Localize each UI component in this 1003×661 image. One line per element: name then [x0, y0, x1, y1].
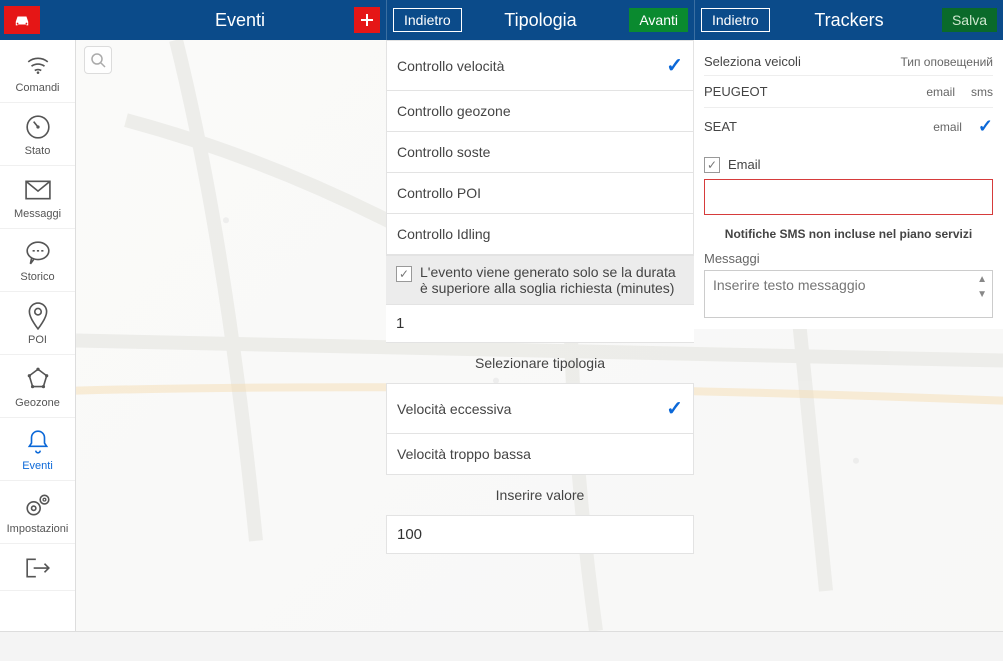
select-vehicles-label: Seleziona veicoli — [704, 54, 801, 69]
pin-icon — [24, 302, 52, 330]
sidebar-item-label: Geozone — [15, 397, 60, 409]
email-label: Email — [728, 157, 761, 172]
header-title-eventi: Eventi — [215, 10, 265, 31]
gears-icon — [24, 491, 52, 519]
duration-threshold-row[interactable]: ✓ L'evento viene generato solo se la dur… — [386, 255, 694, 305]
sidebar-item-stato[interactable]: Stato — [0, 103, 75, 166]
email-input[interactable] — [704, 179, 993, 215]
chat-icon — [24, 239, 52, 267]
sidebar-item-label: Impostazioni — [7, 523, 69, 535]
polygon-icon — [24, 365, 52, 393]
forward-button-tipologia[interactable]: Avanti — [629, 8, 688, 32]
type-bassa[interactable]: Velocità troppo bassa — [387, 434, 693, 474]
sidebar-item-storico[interactable]: Storico — [0, 229, 75, 292]
header-title-tipologia: Tipologia — [504, 10, 576, 31]
save-button[interactable]: Salva — [942, 8, 997, 32]
messages-label: Messaggi — [704, 247, 993, 270]
message-textarea[interactable] — [704, 270, 993, 318]
type-list: Velocità eccessiva ✓ Velocità troppo bas… — [386, 383, 694, 475]
sidebar-item-geozone[interactable]: Geozone — [0, 355, 75, 418]
duration-value-input[interactable]: 1 — [386, 305, 694, 343]
textarea-scroll-icon: ▲▼ — [977, 274, 987, 300]
sidebar-item-label: POI — [28, 334, 47, 346]
list-item-label: Controllo Idling — [397, 226, 490, 242]
type-eccessiva[interactable]: Velocità eccessiva ✓ — [387, 384, 693, 434]
list-item-label: Controllo POI — [397, 185, 481, 201]
vehicle-email-col: email — [933, 120, 962, 134]
sidebar-item-label: Comandi — [15, 82, 59, 94]
exit-icon — [24, 554, 52, 582]
control-list: Controllo velocità ✓ Controllo geozone C… — [386, 40, 694, 255]
sidebar-item-impostazioni[interactable]: Impostazioni — [0, 481, 75, 544]
value-input[interactable]: 100 — [387, 516, 693, 553]
sidebar-item-eventi[interactable]: Eventi — [0, 418, 75, 481]
vehicle-name: PEUGEOT — [704, 84, 768, 99]
sidebar-item-label: Stato — [25, 145, 51, 157]
vehicle-row-peugeot[interactable]: PEUGEOT email sms — [704, 75, 993, 107]
back-button-trackers[interactable]: Indietro — [701, 8, 770, 32]
sidebar-item-messaggi[interactable]: Messaggi — [0, 166, 75, 229]
back-button-tipologia[interactable]: Indietro — [393, 8, 462, 32]
list-item-label: Velocità eccessiva — [397, 401, 511, 417]
control-velocita[interactable]: Controllo velocità ✓ — [387, 41, 693, 91]
control-idling[interactable]: Controllo Idling — [387, 214, 693, 254]
sidebar-item-comandi[interactable]: Comandi — [0, 40, 75, 103]
vehicle-sms-col: sms — [971, 85, 993, 99]
car-badge-icon — [4, 6, 40, 34]
control-soste[interactable]: Controllo soste — [387, 132, 693, 173]
check-icon: ✓ — [978, 116, 993, 137]
sidebar-item-label: Eventi — [22, 460, 53, 472]
duration-note-label: L'evento viene generato solo se la durat… — [420, 264, 684, 296]
sidebar-item-poi[interactable]: POI — [0, 292, 75, 355]
notification-type-label: Тип оповещений — [900, 55, 993, 69]
list-item-label: Controllo velocità — [397, 58, 504, 74]
insert-value-label: Inserire valore — [386, 475, 694, 515]
list-item-label: Velocità troppo bassa — [397, 446, 531, 462]
bell-icon — [24, 428, 52, 456]
list-item-label: Controllo geozone — [397, 103, 511, 119]
vehicle-row-seat[interactable]: SEAT email ✓ — [704, 107, 993, 145]
add-event-button[interactable] — [354, 7, 380, 33]
select-type-label: Selezionare tipologia — [386, 343, 694, 383]
wifi-icon — [24, 50, 52, 78]
check-icon: ✓ — [666, 396, 683, 421]
sidebar-item-exit[interactable] — [0, 544, 75, 591]
header-title-trackers: Trackers — [814, 10, 883, 31]
vehicle-email-col: email — [926, 85, 955, 99]
sms-note-label: Notifiche SMS non incluse nel piano serv… — [704, 215, 993, 247]
gauge-icon — [24, 113, 52, 141]
check-icon: ✓ — [666, 53, 683, 78]
sidebar: Comandi Stato Messaggi Storico POI Geozo… — [0, 40, 76, 661]
search-button[interactable] — [84, 46, 112, 74]
envelope-icon — [24, 176, 52, 204]
vehicle-name: SEAT — [704, 119, 737, 134]
list-item-label: Controllo soste — [397, 144, 490, 160]
email-checkbox[interactable]: ✓ — [704, 157, 720, 173]
checkbox-icon[interactable]: ✓ — [396, 266, 412, 282]
sidebar-item-label: Storico — [20, 271, 54, 283]
control-geozone[interactable]: Controllo geozone — [387, 91, 693, 132]
control-poi[interactable]: Controllo POI — [387, 173, 693, 214]
sidebar-item-label: Messaggi — [14, 208, 61, 220]
